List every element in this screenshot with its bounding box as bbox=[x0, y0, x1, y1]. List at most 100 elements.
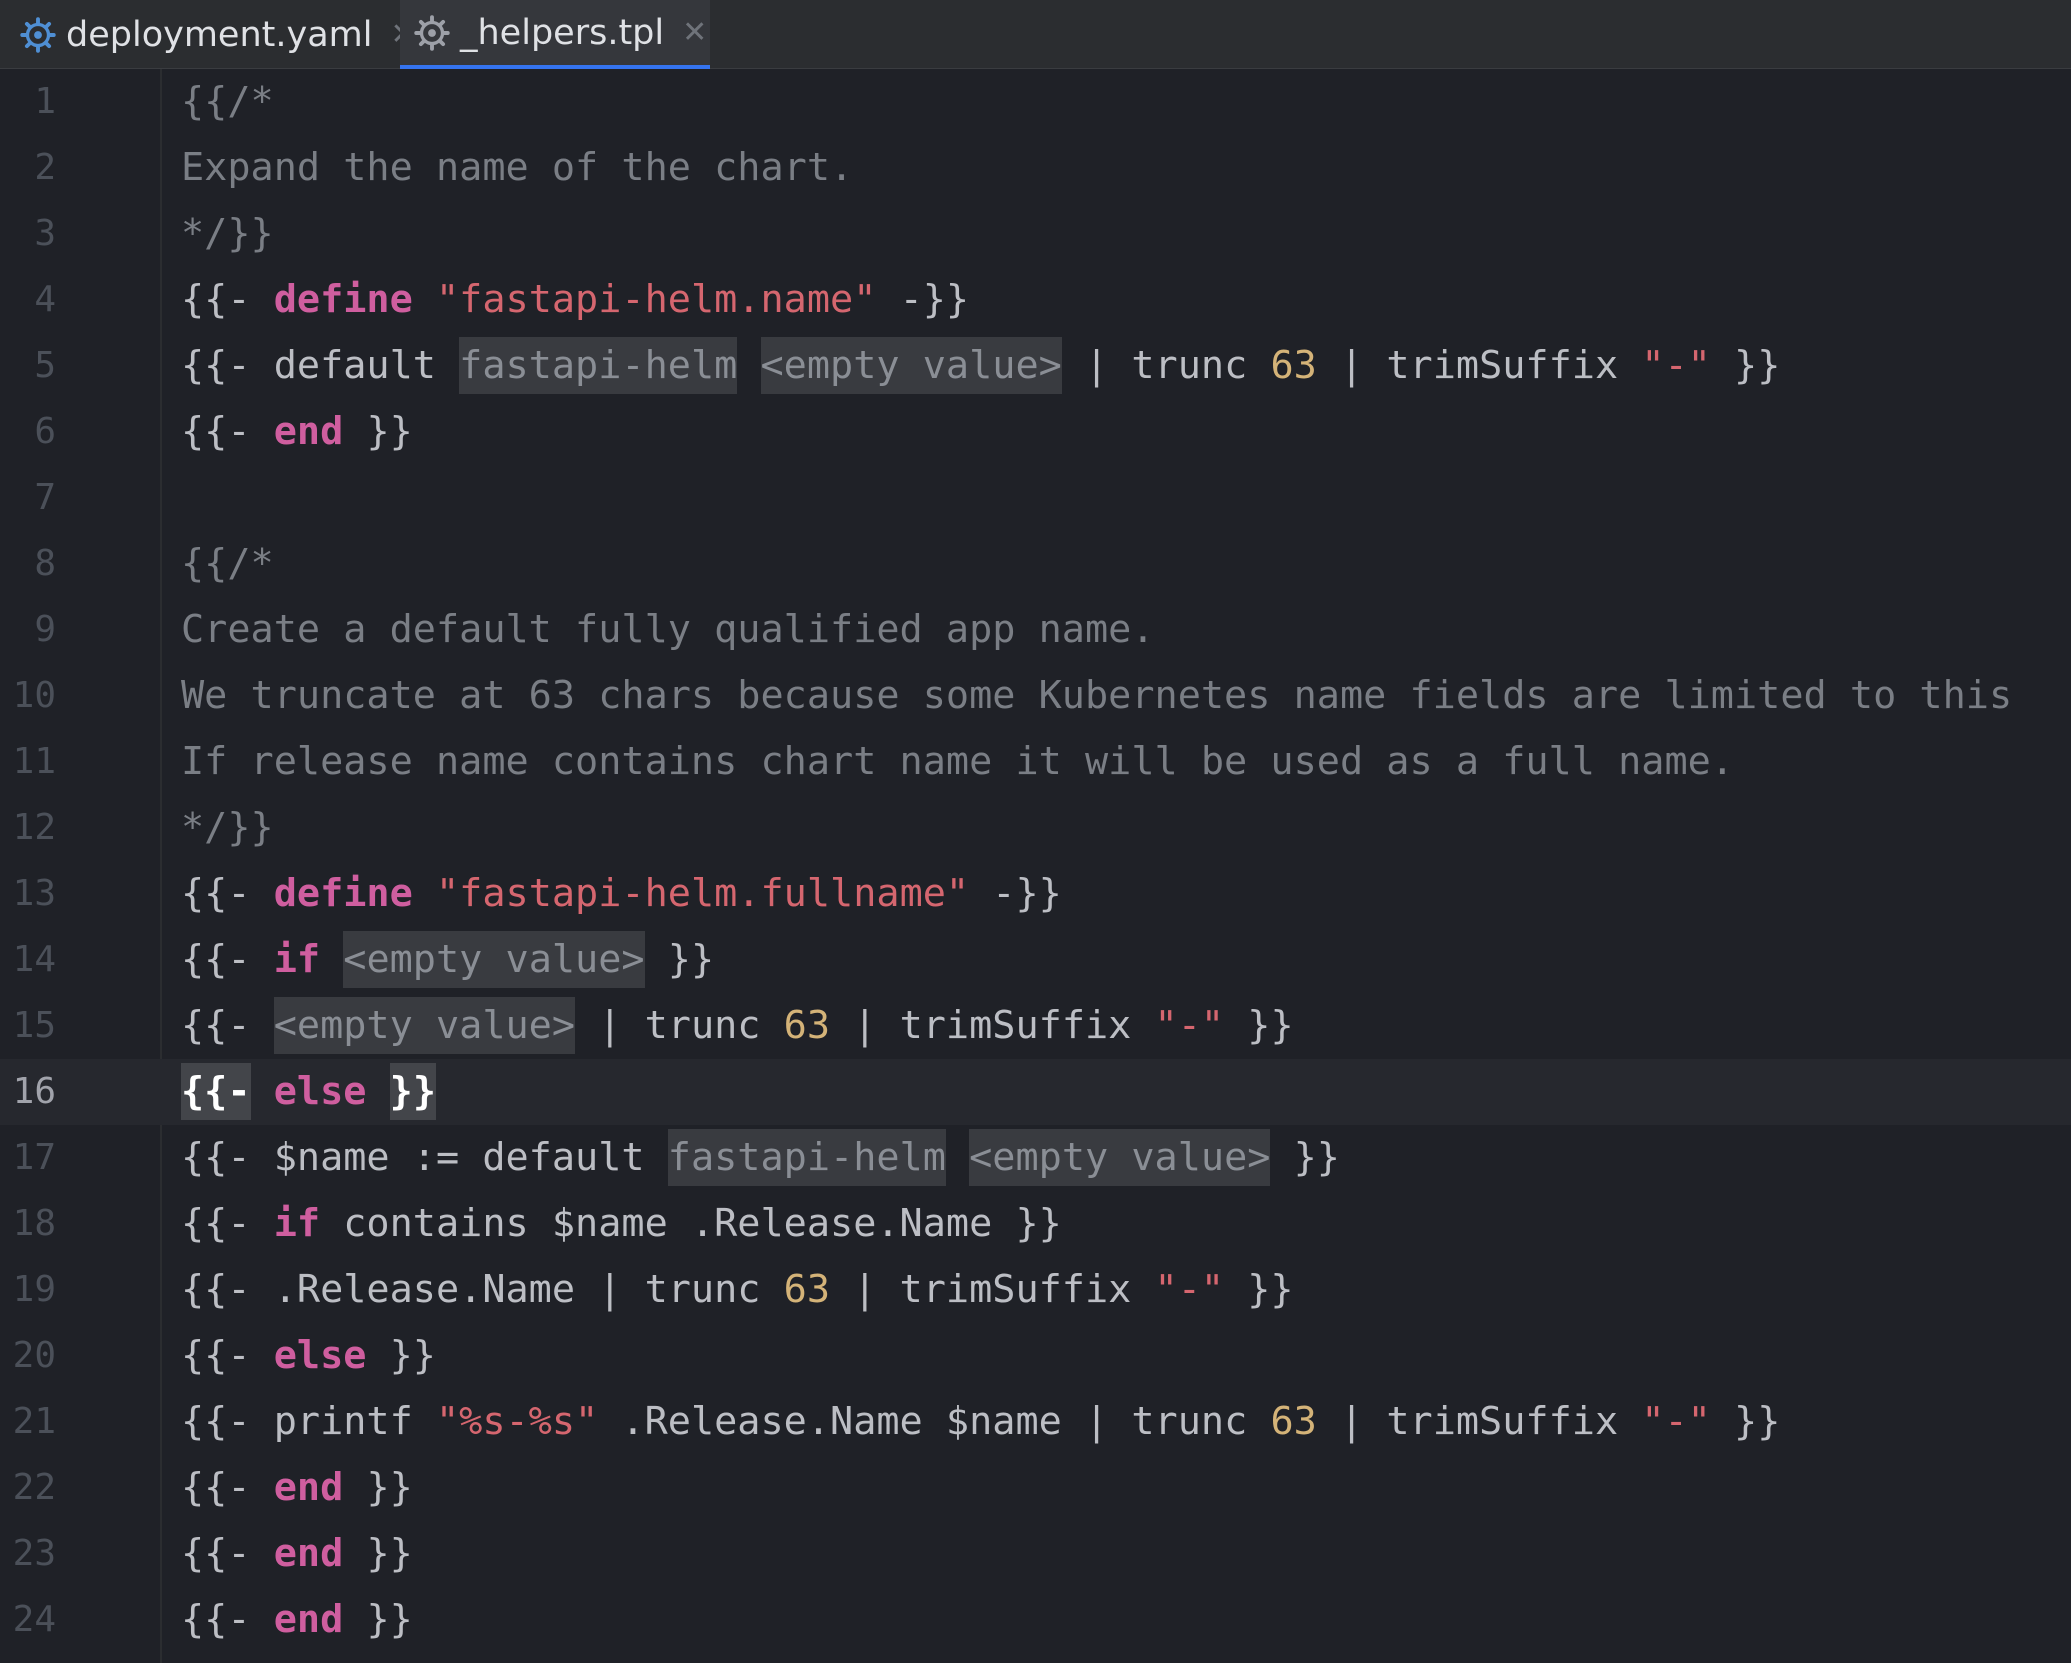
code-line[interactable]: 11 If release name contains chart name it… bbox=[0, 729, 2071, 795]
code-token: {{- bbox=[181, 409, 274, 454]
line-content: {{/* bbox=[181, 531, 274, 597]
code-token: }} bbox=[343, 1465, 413, 1510]
line-number: 21 bbox=[12, 1401, 56, 1442]
code-line[interactable]: 24 {{- end }} bbox=[0, 1587, 2071, 1653]
code-token: {{- printf bbox=[181, 1399, 436, 1444]
line-content: {{- .Release.Name | trunc 63 | trimSuffi… bbox=[181, 1257, 1294, 1323]
keyword-token: end bbox=[273, 1531, 344, 1576]
code-line[interactable]: 8 {{/* bbox=[0, 531, 2071, 597]
code-line[interactable]: 14 {{- if <empty value> }} bbox=[0, 927, 2071, 993]
code-token: }} bbox=[343, 1531, 413, 1576]
line-content: {{- end }} bbox=[181, 1587, 413, 1653]
code-line[interactable]: 2 Expand the name of the chart. bbox=[0, 135, 2071, 201]
line-content: {{- end }} bbox=[181, 1455, 413, 1521]
gear-icon bbox=[20, 16, 56, 53]
line-number: 15 bbox=[12, 1005, 56, 1046]
line-number: 24 bbox=[12, 1599, 56, 1640]
tab-helpers-tpl[interactable]: _helpers.tpl ✕ bbox=[400, 0, 710, 69]
code-line[interactable]: 21 {{- printf "%s-%s" .Release.Name $name… bbox=[0, 1389, 2071, 1455]
code-line[interactable]: 10 We truncate at 63 chars because some K… bbox=[0, 663, 2071, 729]
code-line[interactable]: 23 {{- end }} bbox=[0, 1521, 2071, 1587]
code-line[interactable]: 3 */}} bbox=[0, 201, 2071, 267]
code-line[interactable]: 7 bbox=[0, 465, 2071, 531]
empty-value-placeholder: <empty value> bbox=[760, 337, 1062, 394]
code-token: {{- bbox=[181, 871, 274, 916]
code-line[interactable]: 19 {{- .Release.Name | trunc 63 | trimSuf… bbox=[0, 1257, 2071, 1323]
code-line[interactable]: 12 */}} bbox=[0, 795, 2071, 861]
code-token: }} bbox=[1710, 343, 1781, 388]
line-content: If release name contains chart name it w… bbox=[181, 729, 1734, 795]
empty-value-placeholder: fastapi-helm bbox=[459, 337, 738, 394]
code-token: -}} bbox=[969, 871, 1062, 916]
line-content: {{- <empty value> | trunc 63 | trimSuffi… bbox=[181, 993, 1294, 1059]
code-token: {{- $name := default bbox=[181, 1135, 668, 1180]
code-token: | trimSuffix bbox=[830, 1267, 1155, 1312]
line-number: 12 bbox=[12, 807, 56, 848]
line-number: 11 bbox=[12, 741, 56, 782]
keyword-token: end bbox=[273, 409, 344, 454]
line-content: {{- else }} bbox=[181, 1323, 436, 1389]
code-line[interactable]: 5 {{- default fastapi-helm <empty value> … bbox=[0, 333, 2071, 399]
code-line[interactable]: 13 {{- define "fastapi-helm.fullname" -}} bbox=[0, 861, 2071, 927]
line-number: 22 bbox=[12, 1467, 56, 1508]
string-token: "-" bbox=[1154, 1003, 1225, 1048]
line-number: 3 bbox=[34, 213, 56, 254]
line-content: We truncate at 63 chars because some Kub… bbox=[181, 663, 2012, 729]
line-content: {{- define "fastapi-helm.name" -}} bbox=[181, 267, 969, 333]
code-line[interactable]: 9 Create a default fully qualified app na… bbox=[0, 597, 2071, 663]
code-line[interactable]: 1 {{/* bbox=[0, 69, 2071, 135]
code-token: {{- bbox=[181, 1597, 274, 1642]
empty-value-placeholder: <empty value> bbox=[273, 997, 576, 1054]
tab-deployment-yaml[interactable]: deployment.yaml ✕ bbox=[12, 0, 416, 69]
code-token: {{- bbox=[181, 1531, 274, 1576]
code-token: }} bbox=[1224, 1267, 1294, 1312]
comment-token: Create a default fully qualified app nam… bbox=[181, 607, 1155, 652]
line-content: {{- end }} bbox=[181, 399, 413, 465]
line-number: 6 bbox=[34, 411, 56, 452]
code-token: {{- bbox=[181, 1465, 274, 1510]
line-number: 20 bbox=[12, 1335, 56, 1376]
code-token: {{- bbox=[181, 1333, 274, 1378]
code-line[interactable]: 22 {{- end }} bbox=[0, 1455, 2071, 1521]
keyword-token: define bbox=[273, 871, 413, 916]
code-editor[interactable]: 1 {{/* 2 Expand the name of the chart. 3 */}}… bbox=[0, 69, 2071, 1663]
line-number: 4 bbox=[34, 279, 56, 320]
code-token: }} bbox=[343, 409, 413, 454]
code-line[interactable]: 20 {{- else }} bbox=[0, 1323, 2071, 1389]
code-line[interactable]: 16 {{- else }} bbox=[0, 1059, 2071, 1125]
keyword-token: end bbox=[273, 1465, 344, 1510]
keyword-token: else bbox=[273, 1069, 367, 1114]
code-token: }} bbox=[343, 1597, 413, 1642]
line-content: {{- if <empty value> }} bbox=[181, 927, 714, 993]
line-content: {{/* bbox=[181, 69, 274, 135]
line-number: 18 bbox=[12, 1203, 56, 1244]
empty-value-placeholder: <empty value> bbox=[969, 1129, 1271, 1186]
code-token: {{- bbox=[181, 937, 274, 982]
gear-icon bbox=[414, 14, 450, 51]
line-content: {{- end }} bbox=[181, 1521, 413, 1587]
code-token: | trimSuffix bbox=[830, 1003, 1155, 1048]
string-token: "-" bbox=[1641, 343, 1711, 388]
code-token: }} bbox=[366, 1333, 436, 1378]
code-line[interactable]: 18 {{- if contains $name .Release.Name }} bbox=[0, 1191, 2071, 1257]
code-line[interactable]: 6 {{- end }} bbox=[0, 399, 2071, 465]
line-content: {{- define "fastapi-helm.fullname" -}} bbox=[181, 861, 1062, 927]
code-token: {{- bbox=[181, 1003, 274, 1048]
line-number: 13 bbox=[12, 873, 56, 914]
empty-value-placeholder: fastapi-helm bbox=[667, 1129, 946, 1186]
line-number: 8 bbox=[34, 543, 56, 584]
code-line[interactable]: 15 {{- <empty value> | trunc 63 | trimSuf… bbox=[0, 993, 2071, 1059]
code-line[interactable]: 17 {{- $name := default fastapi-helm <emp… bbox=[0, 1125, 2071, 1191]
line-number: 10 bbox=[12, 675, 56, 716]
line-content: {{- $name := default fastapi-helm <empty… bbox=[181, 1125, 1340, 1191]
keyword-token: if bbox=[273, 937, 321, 982]
code-token: }} bbox=[1270, 1135, 1340, 1180]
code-line[interactable]: 4 {{- define "fastapi-helm.name" -}} bbox=[0, 267, 2071, 333]
close-icon[interactable]: ✕ bbox=[682, 15, 707, 50]
code-token: | trimSuffix bbox=[1316, 1399, 1642, 1444]
line-number: 17 bbox=[12, 1137, 56, 1178]
